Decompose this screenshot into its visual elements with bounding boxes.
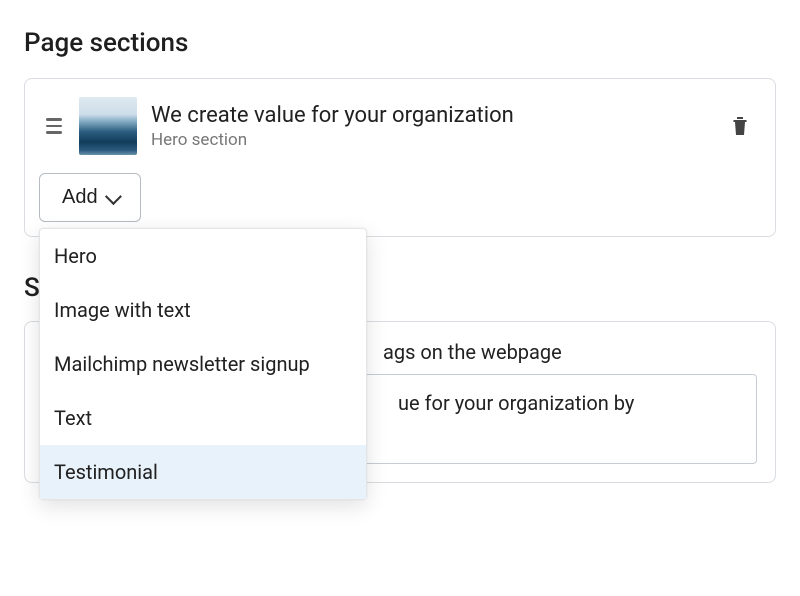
trash-icon [731, 116, 749, 136]
add-section-button[interactable]: Add [39, 173, 141, 222]
section-thumbnail [79, 97, 137, 155]
dropdown-item-image-with-text[interactable]: Image with text [40, 283, 366, 337]
page-sections-heading: Page sections [24, 28, 776, 58]
dropdown-item-mailchimp[interactable]: Mailchimp newsletter signup [40, 337, 366, 391]
dropdown-item-testimonial[interactable]: Testimonial [40, 445, 366, 499]
dropdown-item-hero[interactable]: Hero [40, 229, 366, 283]
page-sections-panel: We create value for your organization He… [24, 78, 776, 237]
section-subtitle: Hero section [151, 130, 717, 150]
drag-handle-icon[interactable] [43, 115, 65, 137]
add-section-dropdown: Hero Image with text Mailchimp newslette… [39, 228, 367, 500]
delete-section-button[interactable] [731, 116, 757, 136]
dropdown-item-text[interactable]: Text [40, 391, 366, 445]
section-title: We create value for your organization [151, 103, 717, 128]
section-row[interactable]: We create value for your organization He… [39, 93, 761, 173]
section-text-group: We create value for your organization He… [151, 103, 717, 150]
add-button-label: Add [62, 186, 98, 209]
chevron-down-icon [105, 188, 122, 205]
add-section-wrapper: Add Hero Image with text Mailchimp newsl… [39, 173, 141, 222]
